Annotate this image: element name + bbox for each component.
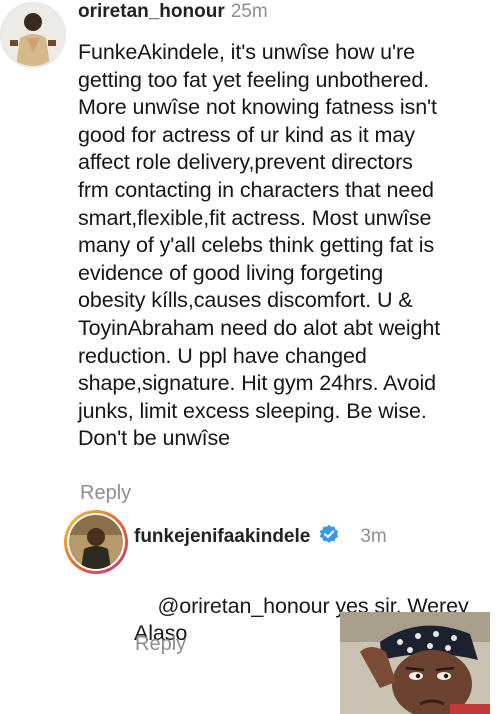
- mention-link[interactable]: @oriretan_honour: [158, 594, 330, 618]
- reply-username[interactable]: funkejenifaakindele 3m: [134, 524, 387, 548]
- angry-woman-meme-icon: [340, 612, 490, 714]
- person-avatar-icon[interactable]: [0, 2, 66, 68]
- username-text[interactable]: oriretan_honour: [78, 1, 225, 22]
- comment-username[interactable]: oriretan_honour 25m: [78, 1, 268, 23]
- comment-timestamp: 25m: [230, 1, 268, 22]
- reply-timestamp: 3m: [360, 526, 387, 547]
- reply-button[interactable]: Reply: [80, 482, 131, 505]
- reply-button-2[interactable]: Reply: [135, 633, 186, 656]
- verified-badge-icon: [320, 524, 339, 543]
- comment-text: FunkeAkindele, it's unwîse how u're gett…: [78, 40, 441, 451]
- profile-photo-icon[interactable]: [64, 510, 128, 574]
- reply-username-text[interactable]: funkejenifaakindele: [134, 526, 310, 547]
